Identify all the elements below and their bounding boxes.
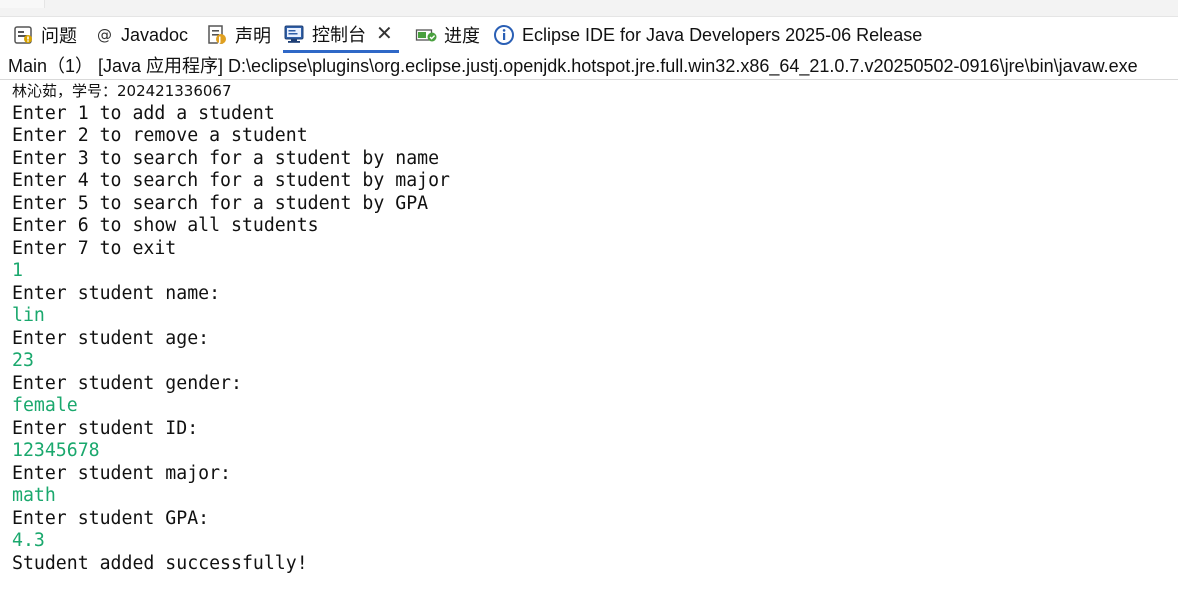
console-output-line: Enter student age:	[12, 327, 210, 349]
console-input-line: 12345678	[12, 440, 100, 461]
tab-label: 声明	[235, 26, 271, 46]
console-output-line: Enter student name:	[12, 282, 221, 304]
console-output-line: Enter 3 to search for a student by name	[12, 147, 440, 169]
view-tab-bar: 问题 @ Javadoc J 声明 控制台 ✕ 进度 Eclipse IDE f…	[0, 17, 1178, 53]
console-output-line: Enter 7 to exit	[12, 237, 177, 259]
tab-javadoc[interactable]: @ Javadoc	[96, 17, 188, 53]
close-icon[interactable]: ✕	[376, 24, 393, 44]
console-output-line: Enter 6 to show all students	[12, 215, 319, 236]
at-sign-icon: @	[96, 24, 114, 46]
tab-label: Javadoc	[121, 24, 189, 45]
svg-text:@: @	[97, 26, 112, 44]
tab-label: 进度	[444, 26, 480, 46]
console-output[interactable]: 林沁茹，学号：202421336067 Enter 1 to add a stud…	[12, 80, 1172, 575]
progress-icon	[415, 24, 437, 46]
console-output-line: Enter 2 to remove a student	[12, 125, 308, 146]
tab-label: 控制台	[312, 24, 366, 45]
console-output-line: Enter 4 to search for a student by major	[12, 170, 450, 191]
problems-icon	[12, 24, 34, 46]
console-output-line: Enter student major:	[12, 462, 231, 484]
console-input-line: lin	[12, 305, 45, 326]
info-icon	[493, 24, 515, 46]
console-output-line: Enter student ID:	[12, 417, 199, 439]
console-output-line: Enter student GPA:	[12, 507, 210, 529]
tab-eclipse-info[interactable]: Eclipse IDE for Java Developers 2025-06 …	[493, 17, 922, 53]
tab-progress[interactable]: 进度	[415, 17, 480, 53]
tab-problems[interactable]: 问题	[12, 17, 77, 53]
tab-label: 问题	[41, 26, 77, 46]
console-input-line: 4.3	[12, 530, 45, 551]
editor-area-edge	[0, 0, 45, 8]
console-input-line: 1	[12, 260, 23, 281]
console-output-line: 林沁茹，学号：202421336067	[12, 82, 232, 100]
console-input-line: 23	[12, 350, 34, 371]
console-output-line: Enter 1 to add a student	[12, 102, 275, 124]
console-header: Main（1） [Java 应用程序] D:\eclipse\plugins\o…	[8, 56, 1138, 76]
top-strip	[0, 0, 1178, 17]
console-input-line: female	[12, 395, 78, 416]
console-output-line: Enter 5 to search for a student by GPA	[12, 192, 429, 214]
tab-label: Eclipse IDE for Java Developers 2025-06 …	[522, 24, 923, 45]
tab-console[interactable]: 控制台 ✕	[283, 17, 399, 53]
console-output-line: Student added successfully!	[12, 552, 308, 574]
tab-declaration[interactable]: J 声明	[206, 17, 271, 53]
declaration-icon: J	[206, 24, 228, 46]
console-input-line: math	[12, 485, 56, 506]
svg-text:J: J	[217, 36, 221, 45]
console-output-line: Enter student gender:	[12, 372, 242, 394]
console-icon	[283, 23, 305, 45]
